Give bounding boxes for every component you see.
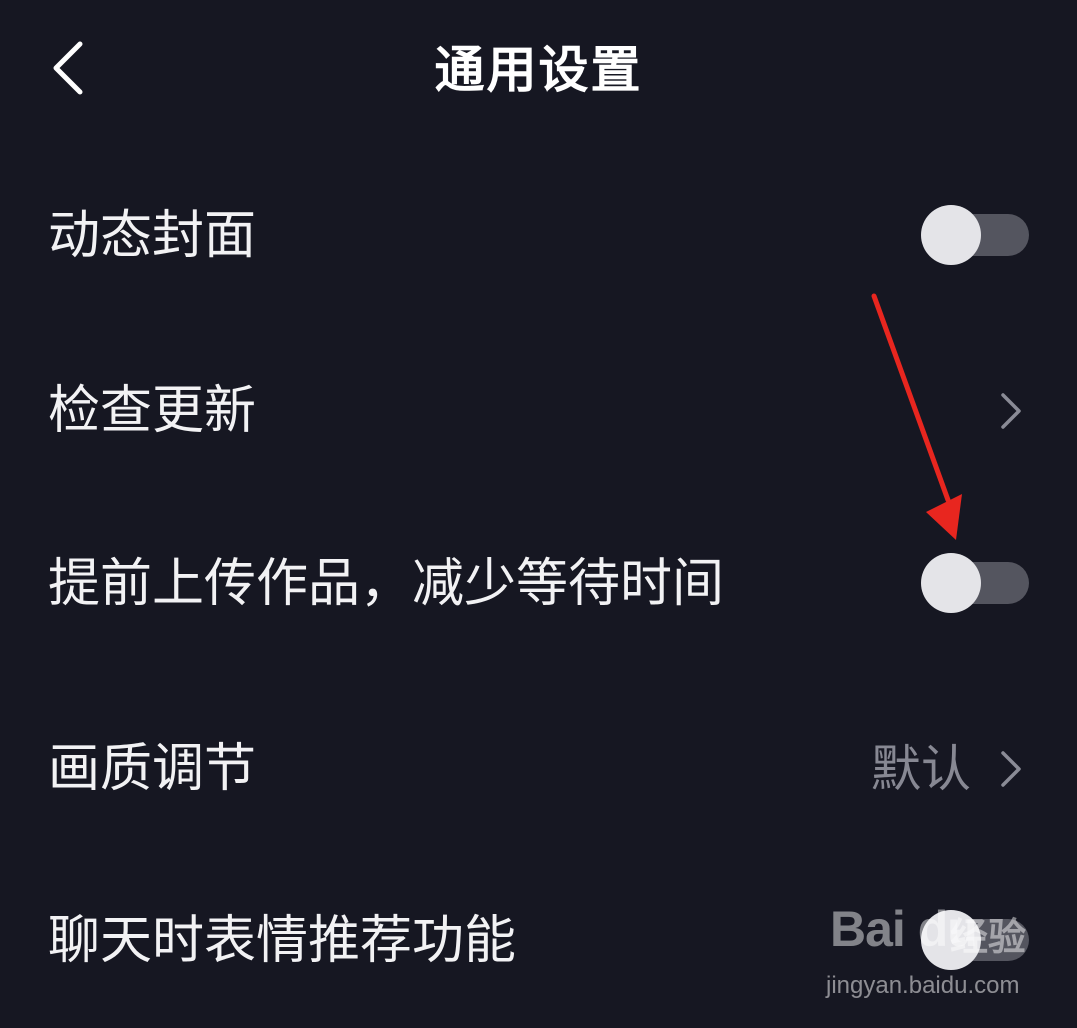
chevron-right-icon	[1001, 751, 1021, 787]
top-navigation-bar: 通用设置	[0, 0, 1077, 140]
chevron-right-icon	[1001, 393, 1021, 429]
toggle-knob	[921, 553, 981, 613]
red-arrow-icon	[871, 293, 962, 540]
page-title: 通用设置	[434, 41, 643, 99]
toggle-knob	[921, 205, 981, 265]
watermark-url: jingyan.baidu.com	[826, 972, 1020, 999]
setting-label: 提前上传作品，减少等待时间	[48, 554, 725, 614]
setting-label: 动态封面	[48, 206, 257, 266]
setting-label: 聊天时表情推荐功能	[48, 911, 517, 971]
setting-label: 检查更新	[48, 381, 257, 441]
setting-label: 画质调节	[48, 739, 257, 799]
watermark-brand: 经验	[950, 915, 1027, 959]
dynamic-cover-toggle[interactable]	[921, 205, 1029, 267]
setting-row-image-quality[interactable]: 画质调节 默认	[0, 682, 1077, 856]
setting-value: 默认	[871, 740, 971, 798]
upload-in-advance-toggle[interactable]	[921, 553, 1029, 615]
baidu-watermark: Bai du 经验 jingyan.baidu.com	[820, 900, 1060, 1010]
